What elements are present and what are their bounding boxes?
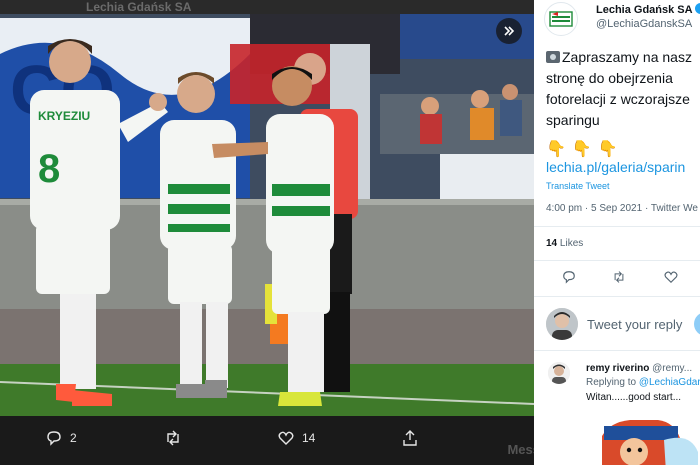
photo-scene: CO	[0, 14, 534, 416]
heart-icon[interactable]	[664, 270, 678, 284]
likes-summary[interactable]: 14 Likes	[546, 238, 583, 249]
reply-text: Witan......good start...	[586, 392, 682, 403]
like-count: 14	[302, 431, 316, 445]
match-photo[interactable]: CO	[0, 14, 534, 416]
share-action[interactable]	[402, 430, 418, 446]
tweet-actions	[534, 266, 700, 290]
account-name-text: Lechia Gdańsk SA	[596, 4, 693, 16]
ghost-messages-label: Mess	[507, 442, 534, 457]
reply-count: 2	[70, 431, 77, 445]
ghost-account-name: Lechia Gdańsk SA	[86, 0, 192, 14]
divider	[534, 350, 700, 351]
media-top-strip: Lechia Gdańsk SA	[0, 0, 534, 14]
likes-count: 14	[546, 238, 558, 249]
reply-action[interactable]: 2	[46, 430, 77, 446]
tweet-line-4: sparingu	[546, 112, 600, 128]
likes-label: Likes	[559, 238, 584, 249]
reply-author-handle: @remy...	[652, 363, 693, 374]
remy-avatar[interactable]	[548, 362, 570, 384]
reply-composer: Tweet your reply	[534, 304, 700, 346]
tweet-timestamp: 4:00 pm · 5 Sep 2021 · Twitter We	[546, 203, 698, 214]
replying-to: Replying to @LechiaGdar	[586, 377, 700, 388]
reply-icon[interactable]	[562, 270, 576, 284]
verified-icon	[694, 3, 700, 14]
heart-icon	[278, 431, 294, 445]
divider	[534, 226, 700, 227]
expand-button[interactable]	[496, 18, 522, 44]
account-name[interactable]: Lechia Gdańsk SA	[596, 3, 700, 16]
tweet-text: Zapraszamy na nasz stronę do obejrzenia …	[546, 47, 700, 131]
translate-tweet-link[interactable]: Translate Tweet	[546, 181, 610, 191]
expand-arrows-icon	[504, 26, 515, 36]
cartoon-sticker-image	[602, 420, 698, 465]
user-avatar-icon	[548, 362, 570, 384]
like-action[interactable]: 14	[278, 430, 315, 446]
share-icon	[403, 430, 417, 446]
my-avatar[interactable]	[546, 308, 578, 340]
reply-icon	[47, 431, 61, 446]
reply-input[interactable]: Tweet your reply	[587, 317, 682, 332]
gallery-link[interactable]: lechia.pl/galeria/sparin	[546, 159, 685, 175]
reply-button[interactable]	[694, 312, 700, 336]
tweet-line-3: fotorelacji z wczorajsze	[546, 91, 690, 107]
jersey-name: KRYEZIU	[38, 109, 90, 123]
tweet-line-1: Zapraszamy na nasz	[562, 49, 692, 65]
lechia-logo-icon	[549, 11, 573, 27]
tweet-line-2: stronę do obejrzenia	[546, 70, 673, 86]
retweet-icon	[167, 430, 179, 446]
reply-author-name: remy riverino	[586, 363, 650, 374]
reply-author: remy riverino @remy...	[586, 363, 692, 374]
retweet-action[interactable]	[164, 430, 190, 446]
replying-prefix: Replying to	[586, 377, 637, 388]
media-action-bar: 2 14 Mess	[0, 416, 534, 465]
pointing-down-emoji: 👇👇👇	[546, 141, 624, 158]
divider	[534, 296, 700, 297]
retweet-icon[interactable]	[612, 270, 626, 284]
divider	[534, 260, 700, 261]
jersey-number: 8	[38, 147, 60, 191]
account-handle[interactable]: @LechiaGdanskSA	[596, 18, 692, 30]
user-avatar-icon	[546, 308, 578, 340]
media-viewer: Lechia Gdańsk SA CO	[0, 0, 534, 465]
lechia-avatar[interactable]	[544, 2, 578, 36]
replying-handle[interactable]: @LechiaGdar	[639, 377, 700, 388]
tweet-panel: Lechia Gdańsk SA @LechiaGdanskSA Zaprasz…	[534, 0, 700, 465]
camera-emoji-icon	[546, 51, 560, 63]
